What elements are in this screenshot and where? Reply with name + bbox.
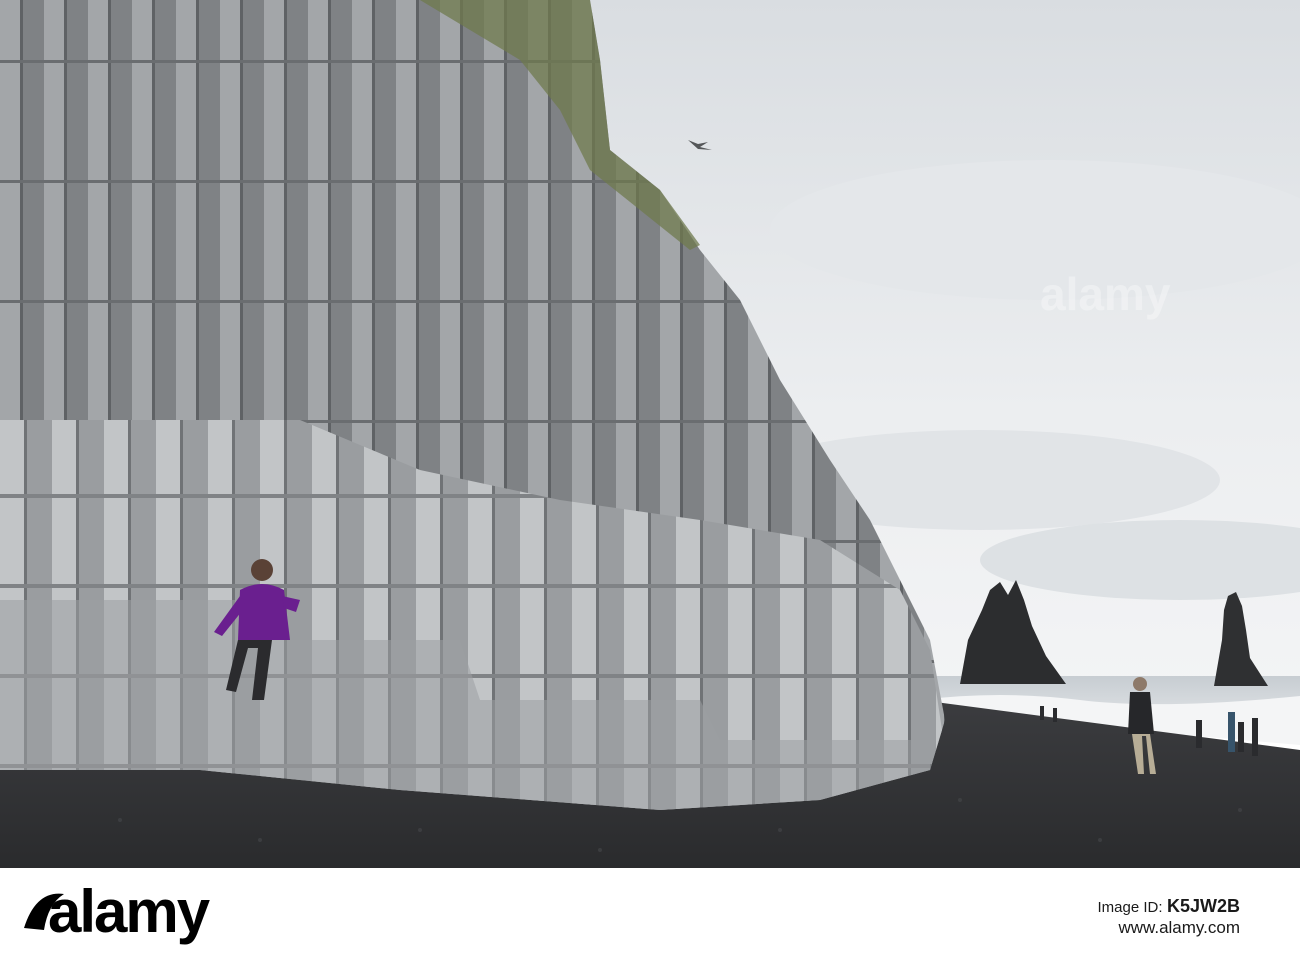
image-id-label: Image ID:: [1097, 899, 1163, 916]
brand-logo-text: alamy: [48, 878, 210, 945]
photo: alamy: [0, 0, 1300, 868]
image-id-value: K5JW2B: [1166, 896, 1240, 916]
site-url: www.alamy.com: [1118, 918, 1240, 937]
image-id: Image ID: K5JW2B: [1097, 896, 1240, 917]
image-canvas: alamy alamy Image ID: K5JW2B www.alamy.c…: [0, 0, 1300, 956]
image-watermark: alamy: [1040, 268, 1171, 320]
